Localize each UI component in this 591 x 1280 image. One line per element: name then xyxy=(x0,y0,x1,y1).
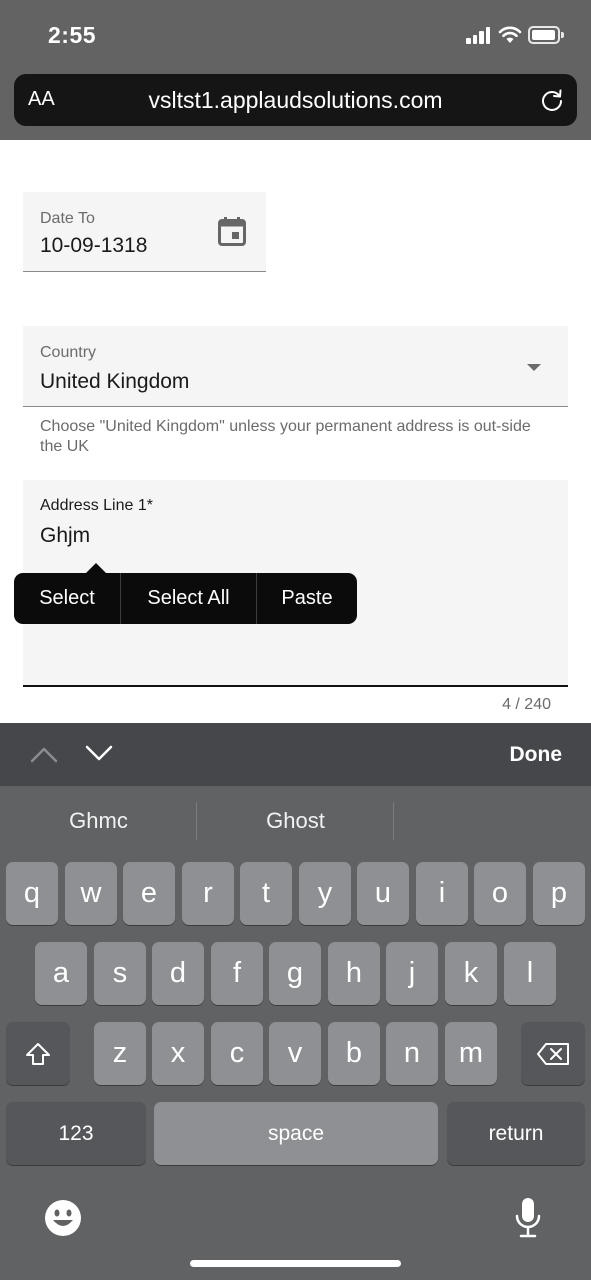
microphone-icon[interactable] xyxy=(513,1196,543,1240)
suggestion-divider xyxy=(393,802,394,840)
home-indicator[interactable] xyxy=(190,1260,401,1267)
key-s[interactable]: s xyxy=(94,942,146,1005)
date-to-label: Date To xyxy=(40,210,95,227)
browser-chrome: 2:55 AA vsltst1.applaudsolutions.com xyxy=(0,0,591,140)
key-l[interactable]: l xyxy=(504,942,556,1005)
key-i[interactable]: i xyxy=(416,862,468,925)
key-q[interactable]: q xyxy=(6,862,58,925)
country-value[interactable]: United Kingdom xyxy=(40,370,189,394)
keyboard-accessory-bar: Done xyxy=(0,723,591,786)
key-y[interactable]: y xyxy=(299,862,351,925)
key-g[interactable]: g xyxy=(269,942,321,1005)
country-hint-text: Choose "United Kingdom" unless your perm… xyxy=(40,418,531,455)
backspace-key[interactable] xyxy=(521,1022,585,1085)
key-a[interactable]: a xyxy=(35,942,87,1005)
address-line1-label: Address Line 1* xyxy=(40,497,153,514)
key-o[interactable]: o xyxy=(474,862,526,925)
character-counter: 4 / 240 xyxy=(502,696,551,713)
key-f[interactable]: f xyxy=(211,942,263,1005)
country-select[interactable]: Country United Kingdom xyxy=(23,326,568,407)
key-z[interactable]: z xyxy=(94,1022,146,1085)
address-line1-value[interactable]: Ghjm xyxy=(40,524,90,548)
key-k[interactable]: k xyxy=(445,942,497,1005)
suggestion-item[interactable]: Ghost xyxy=(197,808,394,834)
key-j[interactable]: j xyxy=(386,942,438,1005)
shift-icon xyxy=(26,1042,50,1065)
country-label: Country xyxy=(40,344,97,361)
select-menu-button[interactable]: Select xyxy=(14,573,120,624)
wifi-icon xyxy=(498,26,522,43)
key-t[interactable]: t xyxy=(240,862,292,925)
date-to-field[interactable]: Date To 10-09-1318 xyxy=(23,192,266,272)
status-time: 2:55 xyxy=(48,22,97,48)
text-edit-menu: Select Select All Paste xyxy=(14,563,357,624)
space-key[interactable]: space xyxy=(154,1102,438,1165)
return-key[interactable]: return xyxy=(447,1102,585,1165)
key-n[interactable]: n xyxy=(386,1022,438,1085)
key-b[interactable]: b xyxy=(328,1022,380,1085)
key-m[interactable]: m xyxy=(445,1022,497,1085)
calendar-icon[interactable] xyxy=(218,216,246,246)
date-to-value[interactable]: 10-09-1318 xyxy=(40,234,147,258)
key-w[interactable]: w xyxy=(65,862,117,925)
key-r[interactable]: r xyxy=(182,862,234,925)
done-button[interactable]: Done xyxy=(510,743,563,767)
previous-field-chevron-up-icon[interactable] xyxy=(30,741,58,767)
paste-menu-button[interactable]: Paste xyxy=(257,573,357,624)
emoji-icon[interactable] xyxy=(43,1198,83,1238)
predictive-suggestions: Ghmc Ghost xyxy=(0,786,591,858)
url-text[interactable]: vsltst1.applaudsolutions.com xyxy=(14,87,577,114)
reload-icon[interactable] xyxy=(539,87,565,113)
key-p[interactable]: p xyxy=(533,862,585,925)
key-e[interactable]: e xyxy=(123,862,175,925)
next-field-chevron-down-icon[interactable] xyxy=(85,741,113,767)
keyboard: Ghmc Ghost q w e r t y u i o p a s d f g… xyxy=(0,786,591,1280)
select-all-menu-button[interactable]: Select All xyxy=(121,573,256,624)
key-x[interactable]: x xyxy=(152,1022,204,1085)
key-h[interactable]: h xyxy=(328,942,380,1005)
shift-key[interactable] xyxy=(6,1022,70,1085)
backspace-icon xyxy=(537,1042,569,1065)
cellular-signal-icon xyxy=(466,26,492,44)
key-u[interactable]: u xyxy=(357,862,409,925)
web-page: Date To 10-09-1318 Country United Kingdo… xyxy=(0,140,591,723)
key-v[interactable]: v xyxy=(269,1022,321,1085)
suggestion-item[interactable]: Ghmc xyxy=(0,808,197,834)
key-d[interactable]: d xyxy=(152,942,204,1005)
numbers-key[interactable]: 123 xyxy=(6,1102,146,1165)
dropdown-caret-icon[interactable] xyxy=(527,364,541,371)
address-bar[interactable]: AA vsltst1.applaudsolutions.com xyxy=(14,74,577,126)
battery-icon xyxy=(528,26,564,44)
key-c[interactable]: c xyxy=(211,1022,263,1085)
